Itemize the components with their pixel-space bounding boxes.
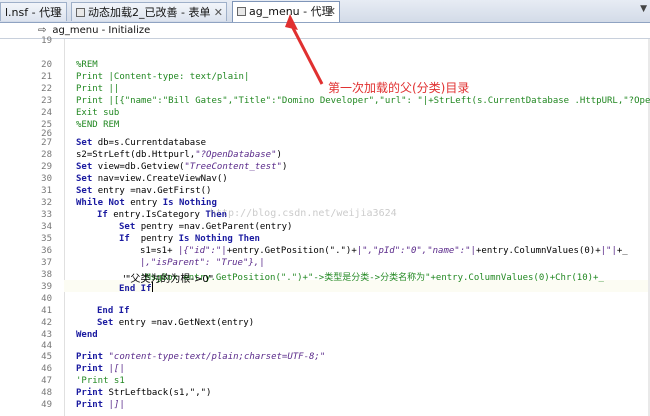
annotation-arrow — [285, 14, 324, 85]
arrow-shaft — [290, 25, 324, 85]
